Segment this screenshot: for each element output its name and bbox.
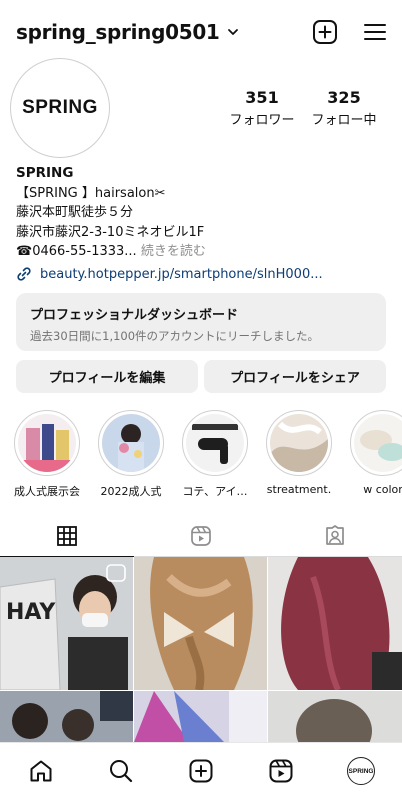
svg-text:HAY: HAY <box>6 600 56 625</box>
website-url: beauty.hotpepper.jp/smartphone/slnH000..… <box>40 266 323 282</box>
post-thumbnail[interactable] <box>268 557 402 690</box>
highlight-item[interactable]: streatment. <box>260 410 338 496</box>
bottom-navigation: SPRING <box>0 742 402 800</box>
content-tabs <box>0 515 402 557</box>
top-bar: spring_spring0501 <box>0 0 402 64</box>
story-highlights: 成人式展示会 2022成人式 コテ、アイ… streatment. w colo… <box>0 410 402 498</box>
posts-grid: HAY <box>0 557 402 742</box>
highlight-thumbnail <box>18 414 76 472</box>
highlight-ring <box>98 410 164 476</box>
tab-reels[interactable] <box>134 515 268 557</box>
username: spring_spring0501 <box>16 20 220 44</box>
search-icon <box>110 760 133 783</box>
reels-icon <box>269 759 293 783</box>
nav-create[interactable] <box>181 751 221 791</box>
highlight-item[interactable]: 2022成人式 <box>92 410 170 498</box>
highlight-label: streatment. <box>266 483 332 496</box>
professional-dashboard[interactable]: プロフェッショナルダッシュボード 過去30日間に1,100件のアカウントにリーチ… <box>16 293 386 351</box>
highlight-ring <box>266 410 332 476</box>
profile-name: SPRING <box>16 165 74 181</box>
tab-posts-grid[interactable] <box>0 515 134 557</box>
highlight-thumbnail <box>186 414 244 472</box>
followers-count-value: 351 <box>245 88 279 107</box>
read-more-link[interactable]: 続きを読む <box>141 244 206 259</box>
highlight-ring <box>350 410 402 476</box>
following-count-label: フォロー中 <box>311 113 377 128</box>
avatar[interactable]: SPRING <box>10 58 110 158</box>
chevron-down-icon <box>227 29 238 35</box>
nav-reels[interactable] <box>261 751 301 791</box>
dashboard-title: プロフェッショナルダッシュボード <box>30 308 239 323</box>
highlight-thumbnail <box>102 414 160 472</box>
nav-profile[interactable]: SPRING <box>341 751 381 791</box>
highlight-item[interactable]: w color <box>344 410 402 496</box>
bio-line-phone: ☎0466-55-1333... 続きを読む <box>16 242 392 262</box>
dashboard-subtitle: 過去30日間に1,100件のアカウントにリーチしました。 <box>30 329 320 343</box>
nav-home[interactable] <box>21 751 61 791</box>
edit-profile-button[interactable]: プロフィールを編集 <box>16 360 198 393</box>
highlight-label: 成人式展示会 <box>14 485 80 498</box>
highlight-item[interactable]: コテ、アイ… <box>176 410 254 498</box>
highlight-ring <box>182 410 248 476</box>
following-count[interactable]: 325 フォロー中 <box>299 88 389 128</box>
highlight-label: 2022成人式 <box>100 485 162 498</box>
tagged-icon <box>326 525 344 545</box>
reels-icon <box>191 526 211 546</box>
highlight-item[interactable]: 成人式展示会 <box>8 410 86 498</box>
post-thumbnail[interactable] <box>0 691 133 742</box>
highlight-ring <box>14 410 80 476</box>
post-thumbnail[interactable]: HAY <box>0 557 133 690</box>
create-icon <box>189 759 213 783</box>
followers-count[interactable]: 351 フォロワー <box>217 88 307 128</box>
account-switcher[interactable]: spring_spring0501 <box>16 20 240 44</box>
home-icon <box>30 760 52 782</box>
plus-square-icon[interactable] <box>311 18 339 46</box>
highlight-thumbnail <box>354 414 402 472</box>
profile-avatar: SPRING <box>347 757 375 785</box>
phone-number: ☎0466-55-1333... <box>16 244 137 259</box>
grid-icon <box>57 525 77 546</box>
tab-tagged[interactable] <box>268 515 402 557</box>
share-profile-button[interactable]: プロフィールをシェア <box>204 360 386 393</box>
link-icon <box>17 267 31 281</box>
hamburger-menu-icon[interactable] <box>361 18 389 46</box>
bio-line: 【SPRING 】hairsalon✂︎ <box>16 185 166 201</box>
following-count-value: 325 <box>327 88 361 107</box>
website-link[interactable]: beauty.hotpepper.jp/smartphone/slnH000..… <box>16 266 392 282</box>
bio: SPRING 【SPRING 】hairsalon✂︎ 藤沢本町駅徒歩５分 藤沢… <box>16 164 392 262</box>
bio-line: 藤沢市藤沢2-3-10ミネオビル1F <box>16 224 205 240</box>
highlight-label: w color <box>363 483 402 496</box>
post-thumbnail[interactable] <box>268 691 402 742</box>
post-thumbnail[interactable] <box>134 691 267 742</box>
post-thumbnail[interactable] <box>134 557 267 690</box>
nav-search[interactable] <box>101 751 141 791</box>
bio-line: 藤沢本町駅徒歩５分 <box>16 205 134 220</box>
highlight-label: コテ、アイ… <box>182 485 248 498</box>
followers-count-label: フォロワー <box>229 113 295 128</box>
highlight-thumbnail <box>270 414 328 472</box>
avatar-logo: SPRING <box>14 62 106 154</box>
profile-header: SPRING 826 投稿 351 フォロワー 325 フォロー中 <box>0 56 402 653</box>
